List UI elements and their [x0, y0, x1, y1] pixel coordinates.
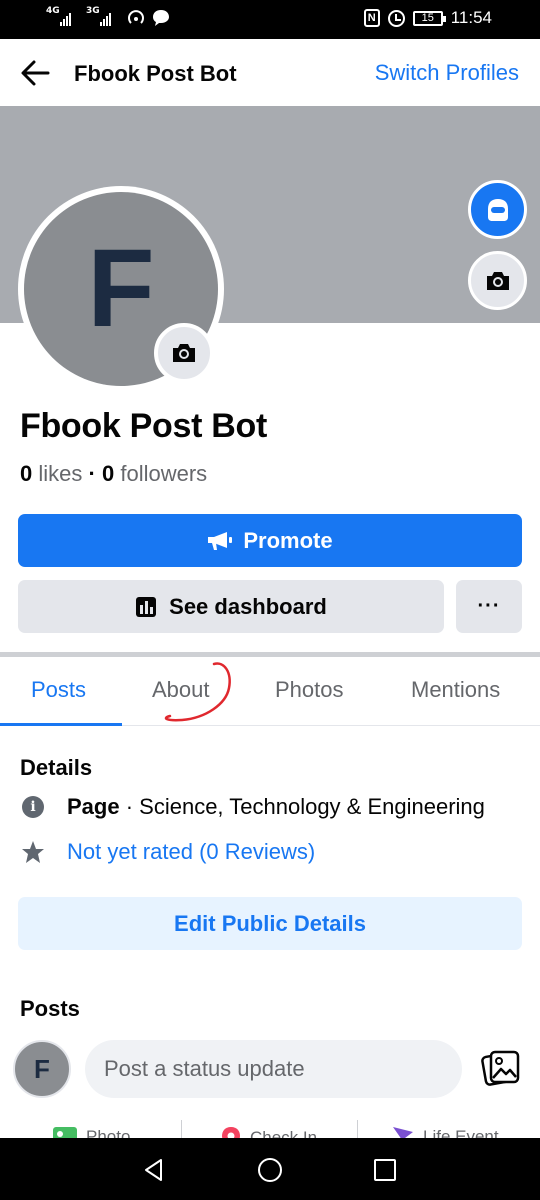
header-title: Fbook Post Bot — [74, 61, 237, 86]
likes-count: 0 — [20, 461, 33, 486]
reviews-link[interactable]: Not yet rated (0 Reviews) — [67, 839, 315, 865]
check-in-action-label: Check In — [250, 1128, 318, 1138]
battery-icon: 15 — [412, 10, 446, 26]
promote-label: Promote — [243, 527, 333, 553]
hotspot-icon — [128, 10, 144, 24]
photo-action[interactable]: Photo — [52, 1126, 130, 1138]
tab-mentions[interactable]: Mentions — [411, 677, 500, 703]
life-event-action[interactable]: Life Event — [391, 1126, 499, 1138]
see-dashboard-button[interactable]: See dashboard — [18, 580, 444, 633]
composer-avatar[interactable]: F — [13, 1040, 71, 1098]
page-category-separator: · — [119, 794, 140, 819]
photo-action-label: Photo — [86, 1127, 131, 1138]
status-left: 4G 3G — [46, 6, 170, 28]
app-header: Fbook Post Bot Switch Profiles — [0, 39, 540, 106]
followers-count: 0 — [101, 461, 115, 486]
tab-posts[interactable]: Posts — [31, 677, 86, 703]
flag-icon — [393, 1127, 413, 1138]
likes-label[interactable]: likes — [38, 461, 82, 486]
add-photo-icon[interactable] — [481, 1049, 521, 1089]
page-title: Fbook Post Bot — [20, 407, 267, 445]
page-category-row: i Page · Science, Technology & Engineeri… — [20, 794, 485, 820]
active-tab-indicator — [0, 723, 122, 726]
more-options-button[interactable]: ··· — [456, 580, 522, 633]
page-category: Science, Technology & Engineering — [139, 794, 485, 819]
chat-notification-icon — [153, 10, 169, 26]
status-right: N 15 11:54 — [363, 8, 492, 28]
system-nav-bar — [0, 1138, 540, 1200]
star-icon — [20, 839, 46, 865]
nfc-icon: N — [363, 9, 380, 27]
dashboard-label: See dashboard — [169, 593, 327, 619]
back-arrow-icon[interactable] — [20, 58, 52, 88]
rating-row: Not yet rated (0 Reviews) — [20, 839, 315, 865]
tab-photos[interactable]: Photos — [275, 677, 344, 703]
location-pin-icon — [222, 1127, 240, 1138]
profile-initial: F — [87, 227, 155, 350]
page-stats: 0 likes · 0 followers — [20, 461, 207, 487]
info-icon: i — [20, 794, 46, 820]
camera-icon — [173, 344, 195, 362]
status-bar: 4G 3G N 15 11:54 — [0, 0, 540, 39]
tab-bar: Posts About Photos Mentions — [0, 657, 540, 726]
nav-home-icon[interactable] — [255, 1155, 285, 1185]
nav-back-icon[interactable] — [139, 1155, 169, 1185]
more-icon: ··· — [477, 595, 501, 617]
cover-camera-button[interactable] — [468, 251, 527, 310]
status-time: 11:54 — [450, 8, 492, 27]
nav-recents-icon[interactable] — [370, 1155, 400, 1185]
action-divider — [357, 1120, 358, 1138]
followers-label[interactable]: followers — [120, 461, 207, 486]
promote-button[interactable]: Promote — [18, 514, 522, 567]
sim2-network-type: 3G — [86, 6, 100, 16]
details-heading: Details — [20, 755, 93, 780]
status-update-input[interactable] — [85, 1040, 462, 1098]
profile-camera-button[interactable] — [154, 323, 214, 383]
page-label: Page — [67, 794, 120, 819]
photo-icon — [53, 1127, 77, 1138]
sim1-network-type: 4G — [46, 6, 60, 16]
sim1-signal-icon: 4G — [46, 6, 80, 28]
check-in-action[interactable]: Check In — [220, 1126, 317, 1138]
composer-actions: Photo Check In Life Event — [0, 1118, 540, 1138]
sim2-signal-icon: 3G — [86, 6, 120, 28]
life-event-action-label: Life Event — [423, 1127, 499, 1138]
camera-icon — [486, 271, 509, 290]
tab-about[interactable]: About — [152, 677, 210, 703]
posts-heading: Posts — [20, 996, 80, 1021]
avatar-frame-button[interactable] — [468, 180, 527, 239]
megaphone-icon — [208, 531, 233, 550]
alarm-icon — [387, 9, 405, 27]
action-divider — [181, 1120, 182, 1138]
edit-public-details-button[interactable]: Edit Public Details — [18, 897, 522, 950]
stats-separator: · — [88, 461, 96, 486]
switch-profiles-link[interactable]: Switch Profiles — [375, 60, 519, 86]
dashboard-icon — [136, 596, 157, 617]
avatar-face-icon — [487, 198, 508, 221]
